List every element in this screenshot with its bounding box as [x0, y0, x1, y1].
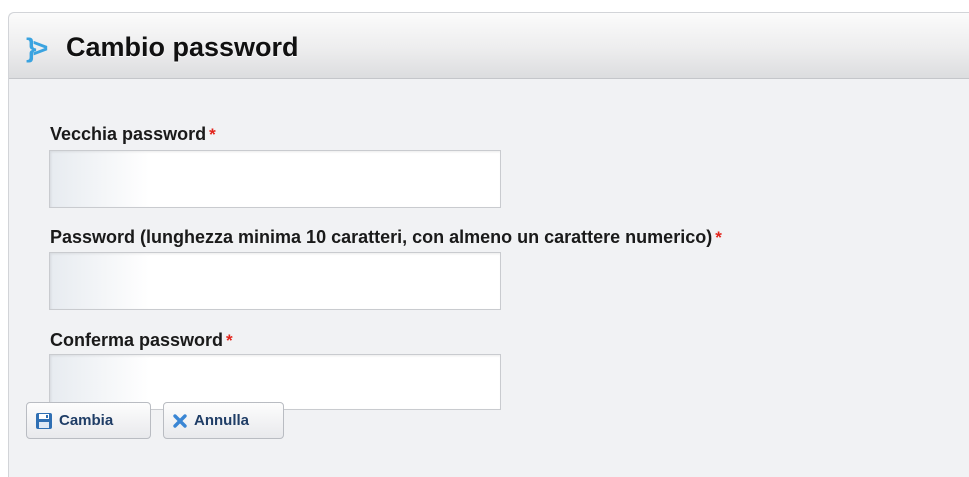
panel-header: }> Cambio password [9, 13, 969, 79]
old-password-input[interactable] [49, 150, 501, 208]
required-marker: * [209, 125, 216, 144]
confirm-password-label-text: Conferma password [50, 330, 224, 350]
confirm-password-label: Conferma password * [50, 329, 233, 352]
page-title: Cambio password [66, 32, 299, 62]
chevron-bracket-icon: }> [26, 33, 48, 63]
save-button[interactable]: Cambia [26, 402, 151, 439]
cancel-button[interactable]: Annulla [163, 402, 284, 439]
save-button-label: Cambia [59, 412, 114, 429]
new-password-label-text: Password (lunghezza minima 10 caratteri,… [50, 227, 713, 247]
floppy-disk-icon [35, 412, 53, 430]
old-password-label-text: Vecchia password [50, 124, 207, 144]
new-password-input[interactable] [49, 252, 501, 310]
old-password-label: Vecchia password * [50, 123, 216, 146]
required-marker: * [226, 331, 233, 350]
cancel-button-label: Annulla [194, 412, 249, 429]
new-password-label: Password (lunghezza minima 10 caratteri,… [50, 226, 722, 249]
required-marker: * [715, 228, 722, 247]
close-x-icon [172, 413, 188, 429]
